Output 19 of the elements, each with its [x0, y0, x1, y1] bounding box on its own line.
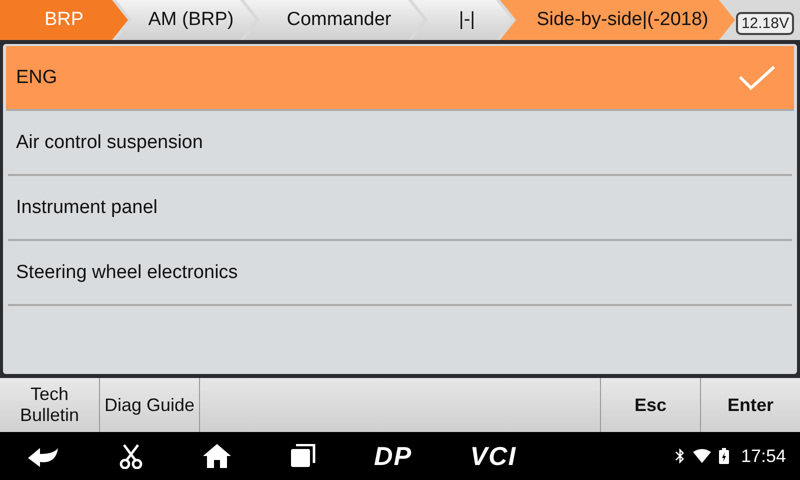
dp-logo[interactable]: DP: [374, 440, 412, 472]
breadcrumb-tab[interactable]: |-|: [412, 0, 512, 40]
home-icon[interactable]: [202, 443, 232, 469]
scissors-icon[interactable]: [118, 443, 144, 469]
check-icon: [738, 64, 776, 90]
bluetooth-icon: [674, 448, 685, 464]
system-list-item[interactable]: Air control suspension: [8, 111, 792, 176]
system-list-item[interactable]: Instrument panel: [8, 176, 792, 241]
battery-icon: [718, 448, 729, 464]
clock: 17:54: [740, 446, 786, 466]
battery-voltage: 12.18V: [736, 12, 794, 34]
breadcrumb-tab[interactable]: Commander: [244, 0, 424, 40]
recent-apps-icon[interactable]: [290, 444, 316, 468]
system-list-item[interactable]: Steering wheel electronics: [8, 241, 792, 306]
vci-logo[interactable]: VCI: [470, 440, 516, 472]
breadcrumb-tab[interactable]: AM (BRP): [116, 0, 256, 40]
system-list-item[interactable]: ENG: [6, 46, 794, 111]
wifi-icon: [692, 449, 711, 463]
breadcrumb-tab[interactable]: Side-by-side|(-2018): [500, 0, 735, 40]
